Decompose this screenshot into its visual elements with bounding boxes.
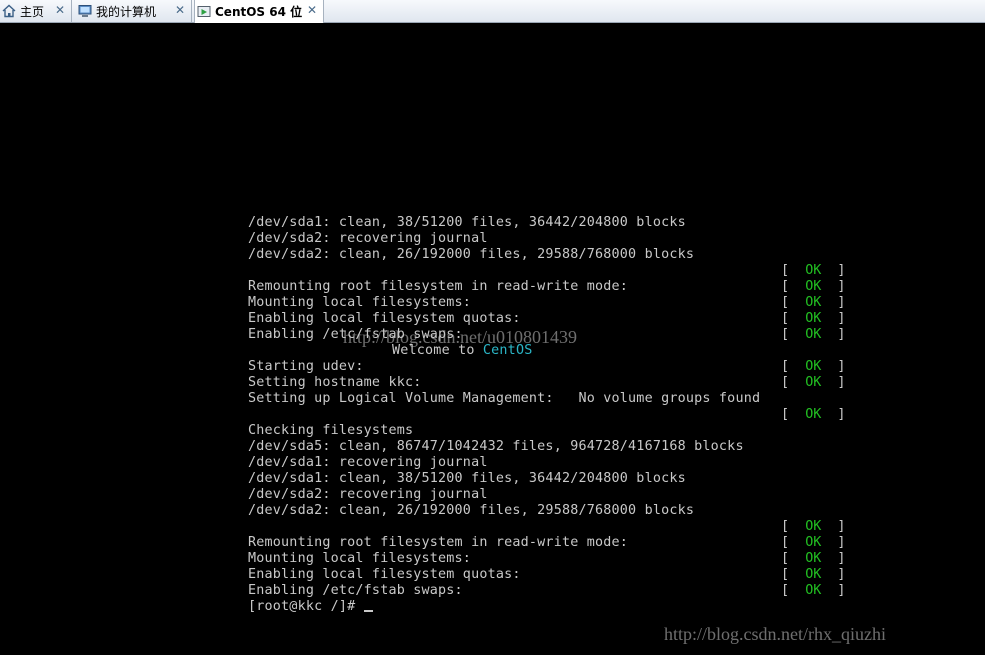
console-line: Setting up Logical Volume Management: No…	[248, 391, 761, 406]
tab-centos[interactable]: CentOS 64 位 ✕	[194, 0, 324, 23]
console-line: [root@kkc /]#	[248, 599, 373, 615]
tab-centos-label: CentOS 64 位	[215, 5, 303, 19]
ok-text: OK	[805, 583, 822, 598]
console-line: /dev/sda2: recovering journal	[248, 231, 488, 246]
ok-status: [ OK ]	[781, 567, 846, 583]
console-line: Mounting local filesystems:	[248, 551, 472, 566]
bracket-open: [	[781, 359, 806, 374]
ok-text: OK	[805, 551, 822, 566]
console-line: Enabling local filesystem quotas:	[248, 311, 521, 326]
bracket-close: ]	[821, 263, 846, 278]
ok-text: OK	[805, 279, 822, 294]
ok-text: OK	[805, 519, 822, 534]
bracket-open: [	[781, 279, 806, 294]
bracket-close: ]	[821, 519, 846, 534]
ok-status: [ OK ]	[781, 359, 846, 375]
bracket-close: ]	[821, 375, 846, 390]
bracket-open: [	[781, 263, 806, 278]
bracket-close: ]	[821, 327, 846, 342]
ok-status: [ OK ]	[781, 551, 846, 567]
ok-text: OK	[805, 311, 822, 326]
ok-status: [ OK ]	[781, 279, 846, 295]
bracket-close: ]	[821, 535, 846, 550]
close-icon[interactable]: ✕	[307, 3, 317, 17]
console-line: /dev/sda2: clean, 26/192000 files, 29588…	[248, 247, 695, 262]
console-line: /dev/sda2: clean, 26/192000 files, 29588…	[248, 503, 695, 518]
bracket-close: ]	[821, 407, 846, 422]
tab-my-computer[interactable]: 我的计算机 ✕	[76, 0, 192, 22]
bracket-open: [	[781, 583, 806, 598]
ok-text: OK	[805, 567, 822, 582]
bracket-open: [	[781, 535, 806, 550]
tab-home-label: 主页	[20, 4, 45, 19]
console-line: /dev/sda5: clean, 86747/1042432 files, 9…	[248, 439, 744, 454]
vm-icon	[197, 5, 211, 19]
shell-prompt: [root@kkc /]#	[248, 599, 364, 614]
bracket-close: ]	[821, 295, 846, 310]
console-line: Enabling local filesystem quotas:	[248, 567, 521, 582]
ok-status: [ OK ]	[781, 327, 846, 343]
bracket-open: [	[781, 311, 806, 326]
console-line: Enabling /etc/fstab swaps:	[248, 583, 463, 598]
bracket-open: [	[781, 519, 806, 534]
ok-status: [ OK ]	[781, 535, 846, 551]
ok-text: OK	[805, 407, 822, 422]
console-line: /dev/sda2: recovering journal	[248, 487, 488, 502]
bracket-open: [	[781, 327, 806, 342]
console-line: Remounting root filesystem in read-write…	[248, 535, 629, 550]
bracket-open: [	[781, 375, 806, 390]
ok-status: [ OK ]	[781, 295, 846, 311]
bracket-close: ]	[821, 359, 846, 374]
console-line: Checking filesystems	[248, 423, 414, 438]
ok-status: [ OK ]	[781, 311, 846, 327]
console-line: Remounting root filesystem in read-write…	[248, 279, 629, 294]
console-line: /dev/sda1: clean, 38/51200 files, 36442/…	[248, 471, 686, 486]
console-line: /dev/sda1: clean, 38/51200 files, 36442/…	[248, 215, 686, 230]
ok-text: OK	[805, 535, 822, 550]
console-line: Mounting local filesystems:	[248, 295, 472, 310]
tab-bar: 主页 ✕ 我的计算机 ✕ CentOS 64 位 ✕	[0, 0, 985, 23]
ok-status: [ OK ]	[781, 519, 846, 535]
bracket-close: ]	[821, 551, 846, 566]
ok-status: [ OK ]	[781, 407, 846, 423]
bracket-close: ]	[821, 279, 846, 294]
watermark-center: http://blog.csdn.net/u010801439	[343, 327, 577, 347]
tab-my-computer-label: 我的计算机	[96, 4, 157, 19]
watermark-bottom: http://blog.csdn.net/rhx_qiuzhi	[664, 624, 886, 644]
ok-status: [ OK ]	[781, 263, 846, 279]
close-icon[interactable]: ✕	[55, 3, 65, 17]
console-line: Setting hostname kkc:	[248, 375, 422, 390]
bracket-open: [	[781, 295, 806, 310]
ok-text: OK	[805, 263, 822, 278]
bracket-open: [	[781, 551, 806, 566]
home-icon	[2, 4, 16, 18]
ok-text: OK	[805, 375, 822, 390]
ok-text: OK	[805, 359, 822, 374]
bracket-open: [	[781, 407, 806, 422]
console-line: Starting udev:	[248, 359, 364, 374]
close-icon[interactable]: ✕	[175, 3, 185, 17]
bracket-open: [	[781, 567, 806, 582]
bracket-close: ]	[821, 311, 846, 326]
text-cursor	[363, 610, 373, 612]
computer-icon	[78, 4, 92, 18]
ok-status: [ OK ]	[781, 583, 846, 599]
tab-home[interactable]: 主页 ✕	[0, 0, 72, 22]
ok-text: OK	[805, 295, 822, 310]
ok-status: [ OK ]	[781, 375, 846, 391]
bracket-close: ]	[821, 567, 846, 582]
console-line: /dev/sda1: recovering journal	[248, 455, 488, 470]
bracket-close: ]	[821, 583, 846, 598]
ok-text: OK	[805, 327, 822, 342]
